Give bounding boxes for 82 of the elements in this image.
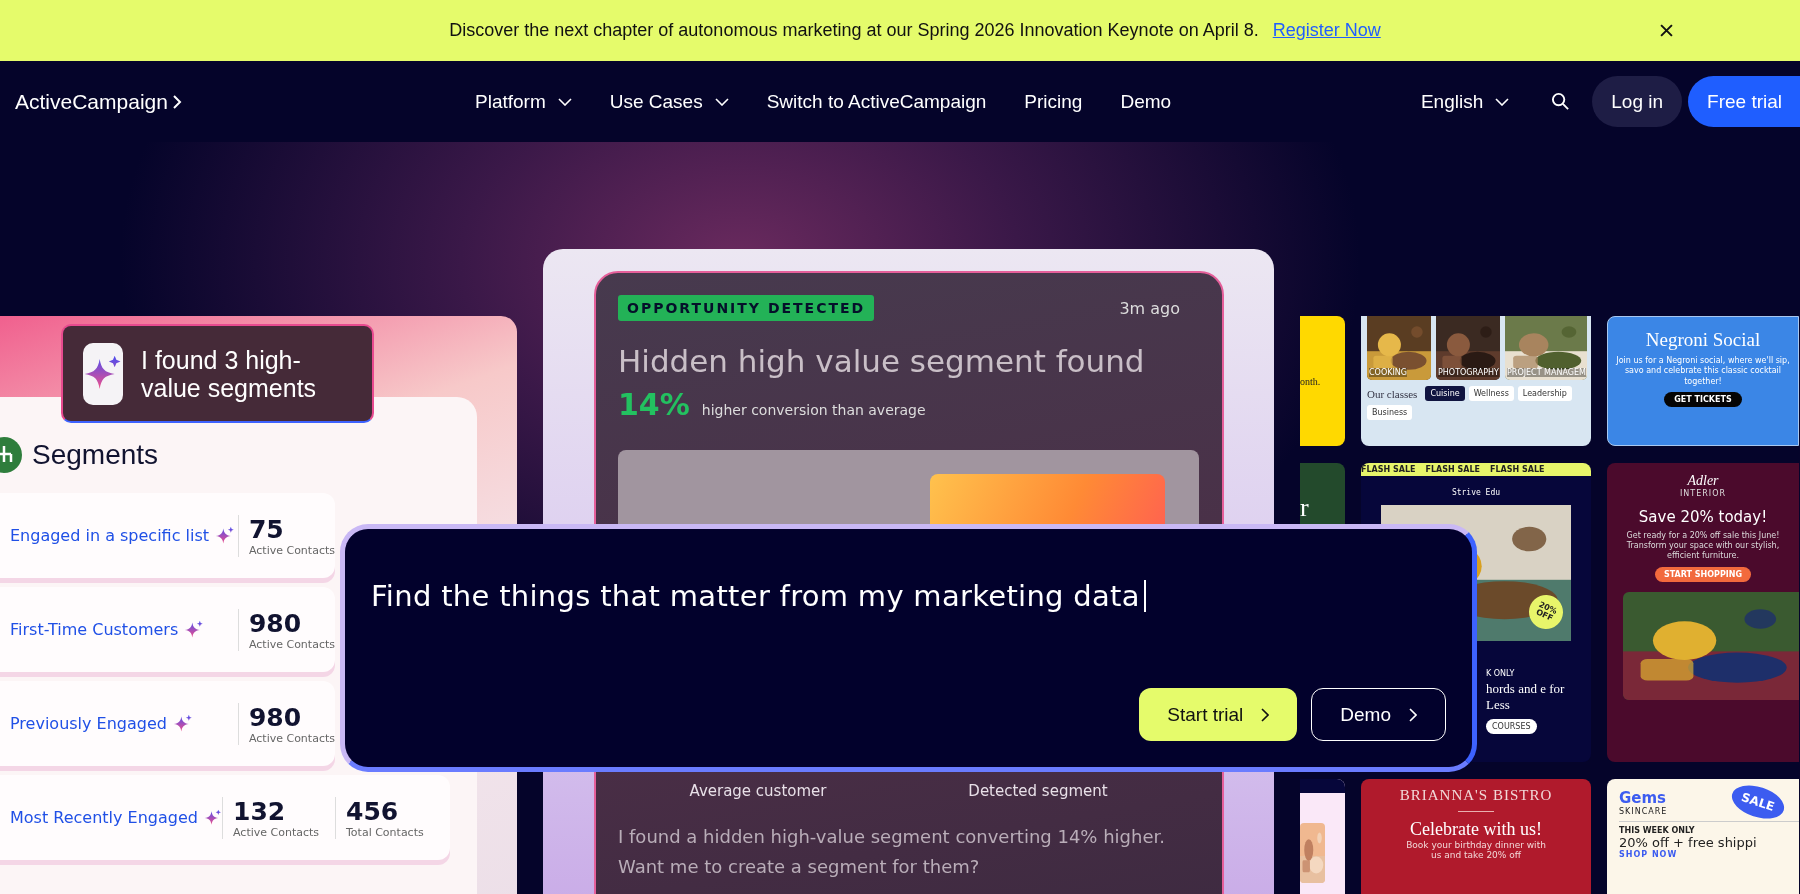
timestamp: 3m ago	[1119, 298, 1180, 318]
language-selector[interactable]: English	[1420, 90, 1510, 113]
segment-name: Most Recently Engaged	[10, 808, 198, 827]
search-icon[interactable]	[1551, 92, 1571, 111]
contact-count: 980	[248, 702, 303, 732]
caret-icon	[1495, 97, 1510, 106]
brand-name: Gems	[1619, 788, 1668, 807]
strip-text: FLASH SALE	[1425, 465, 1481, 474]
ai-message: I found 3 high-value segments	[141, 345, 318, 402]
contact-count: 456	[346, 796, 400, 826]
segment-name: Previously Engaged	[10, 714, 167, 733]
template-heading: Save 20% today!	[1638, 508, 1768, 526]
nav-link[interactable]: Pricing	[1024, 90, 1083, 113]
bar-label: Detected segment	[967, 782, 1109, 800]
template-text: THIS WEEK ONLY	[1619, 826, 1696, 835]
nav-link[interactable]: Demo	[1120, 90, 1172, 113]
ai-message: I found a hidden high-value segment converting 14% higher. Want me to create a segment for them?	[618, 825, 1166, 879]
template-text: K ONLY	[1486, 669, 1516, 678]
template-text: Book your birthday dinner with us and take 20% off	[1406, 840, 1546, 860]
announcement-text: Discover the next chapter of autonomous marketing at our Spring 2026 Innovation Keynote on April 8.	[449, 20, 1259, 41]
photo-caption: PHOTOGRAPHY	[1438, 368, 1499, 377]
login-button[interactable]: Log in	[1592, 76, 1683, 127]
strip-text: FLASH SALE	[1490, 465, 1545, 474]
contact-count: 132	[233, 796, 287, 826]
segment-name: First-Time Customers	[10, 620, 179, 639]
photo-caption: PROJECT MANAGEM	[1507, 368, 1586, 377]
free-trial-button[interactable]: Free trial	[1688, 76, 1800, 127]
sale-strip	[1300, 779, 1345, 793]
template-text: onth.	[1300, 375, 1322, 387]
count-label: Active Contacts	[248, 637, 335, 651]
template-heading: Our classes	[1367, 387, 1418, 400]
category-chip: Cuisine	[1425, 386, 1465, 401]
template-text: Join us for a Negroni social, where we'll sip, savo and celebrate this classic cocktail together!	[1615, 356, 1791, 388]
count-label: Active Contacts	[248, 731, 335, 745]
nav-link[interactable]: Use Cases	[609, 90, 729, 113]
cta-pill: COURSES	[1486, 719, 1537, 735]
category-chip: Business	[1367, 405, 1413, 420]
insight-title: Hidden high value segment found	[618, 343, 1146, 379]
demo-button[interactable]: Demo	[1311, 688, 1446, 741]
status-badge: OPPORTUNITY DETECTED	[618, 295, 875, 321]
brand-name: BRIANNA'S BISTRO	[1399, 787, 1553, 804]
brand-name: Strive Edu	[1451, 488, 1501, 497]
sparkle-icon	[184, 619, 205, 640]
prompt-text: Find the things that matter from my marketing data	[371, 579, 1140, 613]
contact-count: 75	[248, 514, 285, 544]
category-chip: Wellness	[1468, 386, 1514, 401]
sparkle-icon	[215, 525, 236, 546]
nav-link[interactable]: Platform	[475, 90, 572, 113]
chevron-icon	[1261, 707, 1270, 722]
template-heading: 20% off + free shippi	[1619, 835, 1758, 850]
chevron-icon	[1409, 707, 1417, 722]
conversion-stat: 14%	[618, 387, 690, 422]
category-chip: Leadership	[1517, 386, 1572, 401]
count-label: Active Contacts	[233, 825, 317, 839]
template-text: r	[1300, 493, 1310, 523]
strip-text: FLASH SALE	[1361, 465, 1416, 474]
count-label: Total Contacts	[346, 825, 425, 839]
count-label: Active Contacts	[248, 543, 335, 557]
template-text: Get ready for a 20% off sale this June! Transform your space with our stylish, efficient furniture.	[1625, 531, 1781, 561]
nav-link[interactable]: Switch to ActiveCampaign	[766, 90, 987, 113]
brand-name: Adler	[1687, 473, 1719, 489]
register-link[interactable]: Register Now	[1272, 20, 1381, 41]
logo[interactable]: ActiveCampaign	[15, 89, 168, 114]
prompt-box[interactable]: Find the things that matter from my marketing data Start trial Demo	[340, 524, 1477, 772]
chevron-icon	[171, 94, 182, 109]
template-heading: Negroni Social	[1645, 329, 1761, 351]
photo-caption: COOKING	[1369, 368, 1407, 377]
template-heading: hords and e for Less	[1486, 681, 1566, 713]
close-icon[interactable]	[1660, 24, 1673, 37]
stat-caption: higher conversion than average	[701, 402, 926, 418]
brand-tagline: INTERIOR	[1679, 489, 1727, 498]
cta-pill: GET TICKETS	[1664, 392, 1742, 408]
bar-label: Average customer	[688, 782, 828, 800]
text-cursor	[1143, 580, 1146, 612]
segments-title: Segments	[32, 439, 159, 471]
segment-name: Engaged in a specific list	[10, 526, 210, 545]
contact-count: 980	[248, 608, 303, 638]
template-heading: Celebrate with us!	[1410, 819, 1542, 840]
start-trial-button[interactable]: Start trial	[1139, 688, 1298, 741]
brand-tagline: SKINCARE	[1619, 806, 1668, 816]
sparkle-icon	[173, 713, 193, 734]
cta-pill: START SHOPPING	[1654, 567, 1752, 582]
